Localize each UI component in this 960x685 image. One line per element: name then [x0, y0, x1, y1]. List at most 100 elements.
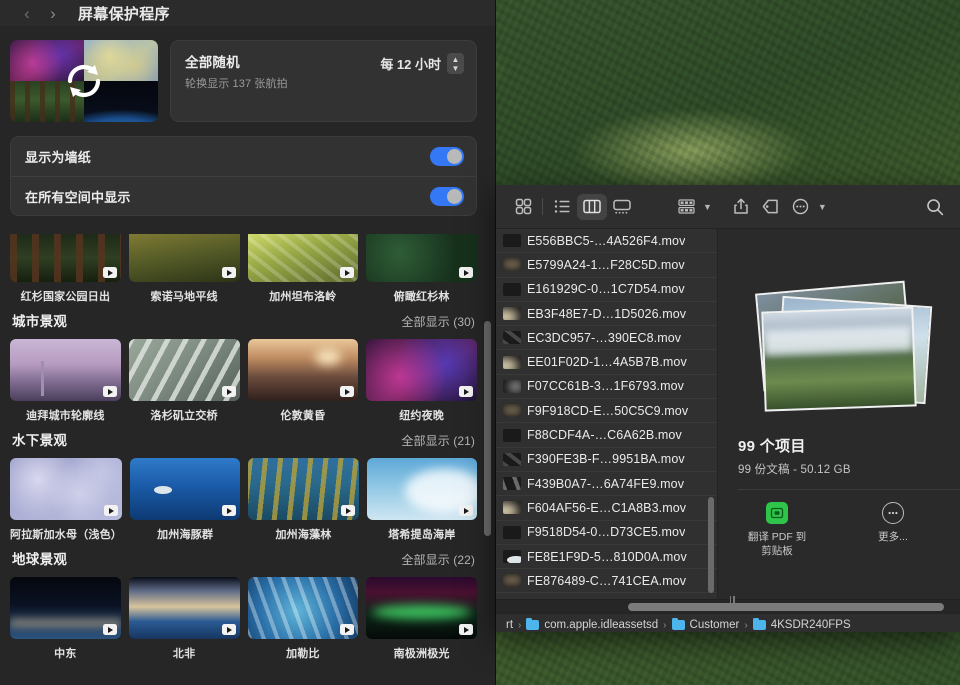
show-all-link[interactable]: 全部显示 (21) [401, 432, 475, 449]
file-list-column[interactable]: E556BBC5-…4A526F4.mov E5799A24-1…F28C5D.m… [496, 229, 718, 599]
screensaver-thumbnail[interactable]: 北非 [128, 577, 240, 661]
file-row[interactable]: EB3F48E7-D…1D5026.mov [496, 302, 717, 327]
screensaver-thumbnail[interactable]: 纽约夜晚 [366, 339, 477, 423]
file-list-scrollbar[interactable] [708, 497, 714, 593]
file-row[interactable]: F439B0A7-…6A74FE9.mov [496, 472, 717, 497]
file-row[interactable]: F9518D54-0…D73CE5.mov [496, 521, 717, 545]
option-row-all-spaces[interactable]: 在所有空间中显示 [11, 176, 476, 215]
thumbnail-image[interactable] [128, 339, 240, 401]
thumbnail-image[interactable] [10, 234, 121, 282]
thumbnail-image[interactable] [128, 577, 240, 639]
group-by-icon[interactable] [671, 194, 701, 220]
horizontal-scrollbar-track[interactable] [496, 595, 960, 613]
file-thumbnail-icon [503, 379, 521, 393]
file-thumbnail-icon [503, 355, 521, 369]
screensaver-thumbnail[interactable]: 红杉国家公园日出 [10, 234, 121, 304]
file-row[interactable]: FE876489-C…741CEA.mov [496, 569, 717, 594]
thumbnail-image[interactable] [248, 458, 359, 520]
screensaver-thumbnail[interactable]: 加州海豚群 [130, 458, 241, 542]
screensaver-thumbnail[interactable]: 索诺马地平线 [128, 234, 240, 304]
wallpaper-toggle[interactable] [430, 147, 464, 166]
screensaver-thumbnail[interactable]: 迪拜城市轮廓线 [10, 339, 121, 423]
thumbnail-caption: 南极洲极光 [393, 648, 450, 660]
horizontal-scrollbar-thumb[interactable] [628, 603, 944, 611]
thumbnail-image[interactable] [247, 234, 359, 282]
file-row[interactable]: E556BBC5-…4A526F4.mov [496, 229, 717, 254]
screensaver-thumbnail[interactable]: 阿拉斯加水母（浅色） [10, 458, 122, 542]
screensaver-thumbnail[interactable]: 加勒比 [247, 577, 359, 661]
chevron-down-icon[interactable]: ▼ [703, 202, 712, 212]
file-row[interactable]: EE01F02D-1…4A5B7B.mov [496, 350, 717, 375]
icon-view-icon[interactable] [508, 194, 538, 220]
thumbnail-image[interactable] [130, 458, 241, 520]
chevron-down-icon[interactable]: ▼ [818, 202, 827, 212]
thumbnail-image[interactable] [10, 339, 121, 401]
screensaver-thumbnail[interactable]: 南极洲极光 [366, 577, 477, 661]
show-all-link[interactable]: 全部显示 (22) [401, 551, 475, 568]
file-row[interactable]: EC3DC957-…390EC8.mov [496, 326, 717, 351]
screensaver-thumbnail[interactable]: 加州海藻林 [248, 458, 359, 542]
column-view-icon[interactable] [577, 193, 607, 220]
settings-scroll-area[interactable]: 全部随机 轮换显示 137 张航拍 每 12 小时 ▲ ▼ 显示为墙纸 在所有空… [0, 26, 495, 685]
interval-stepper[interactable]: 每 12 小时 ▲ ▼ [380, 51, 464, 74]
file-row[interactable]: F07CC61B-3…1F6793.mov [496, 375, 717, 400]
more-ellipsis-icon[interactable] [786, 194, 816, 220]
forward-button[interactable]: › [40, 2, 66, 24]
quick-action-translate-pdf[interactable]: 翻译 PDF 到剪贴板 [738, 502, 816, 558]
stepper-arrows-icon[interactable]: ▲ ▼ [447, 53, 464, 74]
thumbnail-caption: 加州海豚群 [157, 529, 214, 541]
file-row[interactable]: E5799A24-1…F28C5D.mov [496, 253, 717, 278]
thumbnail-image[interactable] [366, 458, 477, 520]
thumbnail-caption: 中东 [54, 648, 77, 660]
list-view-icon[interactable] [547, 194, 577, 220]
thumbnail-image[interactable] [366, 234, 477, 282]
screensaver-thumbnail[interactable]: 加州坦布洛岭 [247, 234, 359, 304]
file-thumbnail-icon [503, 501, 521, 515]
thumbnail-image[interactable] [10, 577, 121, 639]
group-by-button[interactable]: ▼ [671, 194, 712, 220]
file-row[interactable]: F9F918CD-E…50C5C9.mov [496, 399, 717, 424]
file-row[interactable]: F604AF56-E…C1A8B3.mov [496, 496, 717, 521]
section-header: 水下景观 全部显示 (21) [10, 429, 477, 458]
back-button[interactable]: ‹ [14, 2, 40, 24]
breadcrumb-separator: › [518, 619, 522, 631]
more-actions-button[interactable]: ▼ [786, 194, 827, 220]
file-row[interactable]: F390FE3B-F…9951BA.mov [496, 448, 717, 472]
file-thumbnail-icon [503, 307, 521, 321]
screensaver-thumbnail[interactable]: 伦敦黄昏 [247, 339, 359, 423]
thumbnail-caption: 北非 [172, 648, 196, 660]
screensaver-thumbnail[interactable]: 塔希提岛海岸 [366, 458, 477, 542]
thumbnail-image[interactable] [247, 339, 359, 401]
settings-scrollbar[interactable] [484, 321, 491, 536]
file-name: FE8E1F9D-5…810D0A.mov [527, 549, 687, 564]
thumbnail-image[interactable] [366, 577, 477, 639]
file-row[interactable]: F88CDF4A-…C6A62B.mov [496, 423, 717, 448]
share-icon[interactable] [726, 194, 756, 220]
thumbnail-image[interactable] [10, 458, 122, 520]
screensaver-thumbnail[interactable]: 洛杉矶立交桥 [128, 339, 240, 423]
screensaver-preview-thumbnail[interactable] [10, 40, 158, 122]
video-badge-icon [221, 624, 236, 635]
tag-icon[interactable] [756, 194, 786, 220]
thumbnail-image[interactable] [366, 339, 477, 401]
option-row-wallpaper[interactable]: 显示为墙纸 [11, 137, 476, 176]
all-spaces-toggle[interactable] [430, 186, 464, 206]
search-icon[interactable] [920, 194, 950, 220]
breadcrumb-item[interactable]: Customer [671, 617, 739, 631]
breadcrumb-item[interactable]: 4KSDR240FPS [752, 617, 851, 631]
file-row[interactable]: FE8E1F9D-5…810D0A.mov [496, 545, 717, 570]
breadcrumb-item[interactable]: rt [506, 619, 513, 631]
thumbnail-image[interactable] [247, 577, 359, 639]
video-badge-icon [340, 505, 355, 516]
show-all-link[interactable]: 全部显示 (30) [401, 313, 475, 330]
file-row[interactable]: E161929C-0…1C7D54.mov [496, 278, 717, 302]
gallery-view-icon[interactable] [607, 194, 637, 220]
screensaver-thumbnail[interactable]: 俯瞰红杉林 [366, 234, 477, 304]
page-title: 屏幕保护程序 [78, 5, 170, 23]
screensaver-selection-card[interactable]: 全部随机 轮换显示 137 张航拍 每 12 小时 ▲ ▼ [170, 40, 477, 122]
quick-action-more[interactable]: 更多... [854, 502, 932, 558]
screensaver-thumbnail[interactable]: 中东 [10, 577, 121, 661]
screensaver-gallery: 红杉国家公园日出 索诺马地平线 加州坦布洛岭 俯瞰红杉林 城市景观 全部显示 (30) 迪拜… [0, 216, 495, 661]
breadcrumb-item[interactable]: com.apple.idleassetsd [526, 617, 658, 631]
thumbnail-image[interactable] [128, 234, 240, 282]
